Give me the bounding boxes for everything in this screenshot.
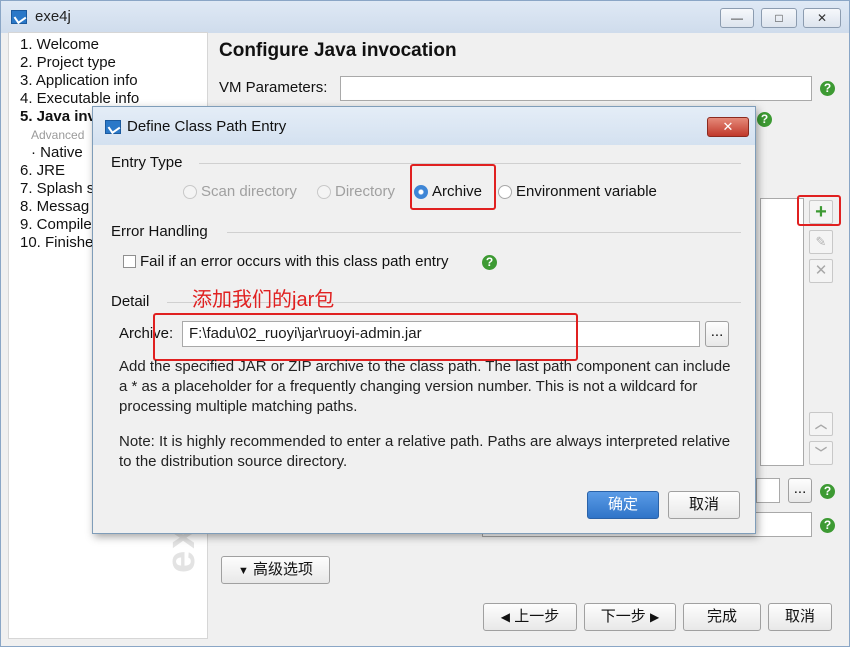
directory-radio[interactable] xyxy=(317,185,331,199)
close-button[interactable]: ✕ xyxy=(803,8,841,28)
archive-path-highlight-box xyxy=(153,313,578,361)
sidebar-item-application-info[interactable]: 3. Application info xyxy=(20,72,138,89)
archive-description: Add the specified JAR or ZIP archive to … xyxy=(119,358,731,415)
archive-label: Archive xyxy=(432,183,483,200)
vm-parameters-input[interactable] xyxy=(340,76,812,101)
edit-icon: ✎ xyxy=(815,234,827,249)
exe4j-app-icon xyxy=(11,10,27,24)
back-label: 上一步 xyxy=(514,608,560,625)
minimize-button[interactable]: — xyxy=(720,8,754,28)
ok-button[interactable]: 确定 xyxy=(587,491,659,519)
next-button[interactable]: 下一步 ▶ xyxy=(584,603,676,631)
dialog-close-button[interactable]: ✕ xyxy=(707,117,749,137)
detail-label: Detail xyxy=(111,293,150,310)
scan-directory-radio[interactable] xyxy=(183,185,197,199)
entry-type-label: Entry Type xyxy=(111,154,183,171)
dialog-cancel-button[interactable]: 取消 xyxy=(668,491,740,519)
move-down-button[interactable]: ﹀ xyxy=(809,441,833,465)
page-title: Configure Java invocation xyxy=(219,40,457,61)
sidebar-item-native[interactable]: · Native xyxy=(31,144,83,161)
advanced-options-button[interactable]: ▼ 高级选项 xyxy=(221,556,330,584)
remove-entry-button[interactable]: ✕ xyxy=(809,259,833,283)
main-titlebar: exe4j — □ ✕ xyxy=(1,1,849,33)
dialog-titlebar: Define Class Path Entry ✕ xyxy=(93,107,755,145)
archive-radio[interactable] xyxy=(414,185,428,199)
add-entry-button[interactable]: + xyxy=(809,200,833,224)
vm-parameters-label: VM Parameters: xyxy=(219,79,328,96)
environment-variable-label: Environment variable xyxy=(516,183,657,200)
scan-directory-label: Scan directory xyxy=(201,183,297,200)
finish-button[interactable]: 完成 xyxy=(683,603,761,631)
next-label: 下一步 xyxy=(600,608,646,625)
back-arrow-icon: ◀ xyxy=(500,610,511,624)
main-class-help-icon[interactable]: ? xyxy=(820,484,835,499)
environment-variable-radio[interactable] xyxy=(498,185,512,199)
arguments-help-icon[interactable]: ? xyxy=(820,518,835,533)
back-button[interactable]: ◀ 上一步 xyxy=(483,603,577,631)
sidebar-item-executable-info[interactable]: 4. Executable info xyxy=(20,90,139,107)
maximize-button[interactable]: □ xyxy=(761,8,797,28)
annotation-text: 添加我们的jar包 xyxy=(192,289,335,311)
dialog-title: Define Class Path Entry xyxy=(127,118,287,135)
dialog-app-icon xyxy=(105,120,121,134)
sidebar-item-messages[interactable]: 8. Messag xyxy=(20,198,89,215)
class-path-list[interactable] xyxy=(760,198,804,466)
main-class-input[interactable] xyxy=(756,478,780,503)
sidebar-item-welcome[interactable]: 1. Welcome xyxy=(20,36,99,53)
main-class-browse-button[interactable]: ... xyxy=(788,478,812,503)
sidebar-item-jre[interactable]: 6. JRE xyxy=(20,162,65,179)
error-handling-divider xyxy=(227,232,741,233)
define-class-path-entry-dialog: Define Class Path Entry ✕ Entry Type Sca… xyxy=(92,106,756,534)
edit-entry-button[interactable]: ✎ xyxy=(809,230,833,254)
sidebar-item-splash-screen[interactable]: 7. Splash s xyxy=(20,180,94,197)
fail-on-error-checkbox[interactable] xyxy=(123,255,136,268)
next-arrow-icon: ▶ xyxy=(649,610,660,624)
directory-label: Directory xyxy=(335,183,396,200)
sidebar-item-finished[interactable]: 10. Finishe xyxy=(20,234,93,251)
sidebar-item-compile[interactable]: 9. Compile xyxy=(20,216,92,233)
sidebar-item-java-invocation[interactable]: 5. Java inv xyxy=(20,108,96,125)
archive-browse-button[interactable]: ... xyxy=(705,321,729,347)
error-handling-help-icon[interactable]: ? xyxy=(482,255,497,270)
relative-path-note: Note: It is highly recommended to enter … xyxy=(119,433,731,470)
move-up-button[interactable]: ︿ xyxy=(809,412,833,436)
window-title: exe4j xyxy=(35,8,71,25)
sidebar-item-project-type[interactable]: 2. Project type xyxy=(20,54,116,71)
sidebar-item-advanced: Advanced xyxy=(31,128,85,142)
vm-parameters-help-icon[interactable]: ? xyxy=(820,81,835,96)
advanced-options-label: 高级选项 xyxy=(253,561,314,578)
dropdown-icon: ▼ xyxy=(237,565,249,577)
error-handling-label: Error Handling xyxy=(111,223,208,240)
help-icon[interactable]: ? xyxy=(757,112,772,127)
wizard-cancel-button[interactable]: 取消 xyxy=(768,603,832,631)
fail-on-error-label: Fail if an error occurs with this class … xyxy=(140,253,449,270)
